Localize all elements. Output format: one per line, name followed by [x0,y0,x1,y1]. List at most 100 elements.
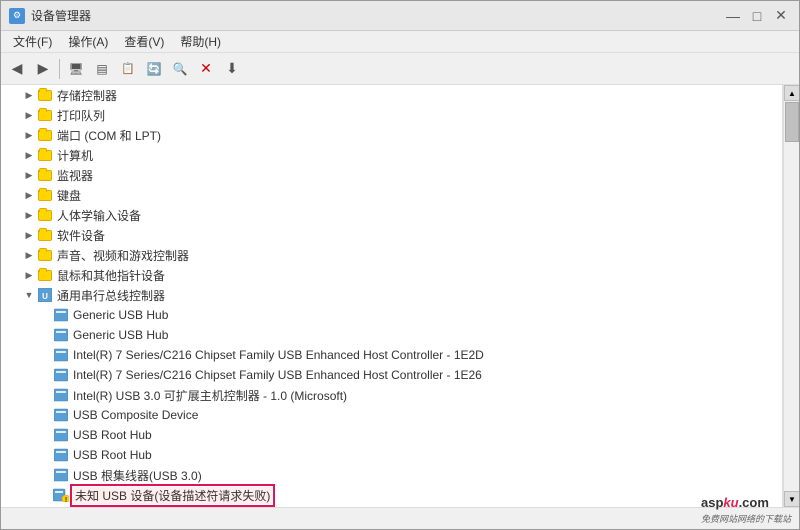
label-usb1: Generic USB Hub [73,308,168,322]
icon-usb2 [53,327,69,343]
expand-sound: ▶ [21,247,37,263]
label-hid: 人体学输入设备 [57,207,141,224]
toolbar-download[interactable]: ⬇ [220,57,244,81]
icon-usb4 [53,367,69,383]
expand-usb3 [37,347,53,363]
icon-storage [37,87,53,103]
tree-item-usb[interactable]: ▼ U 通用串行总线控制器 [1,285,782,305]
expand-usb1 [37,307,53,323]
tree-item-print[interactable]: ▶ 打印队列 [1,105,782,125]
tree-item-monitor[interactable]: ▶ 监视器 [1,165,782,185]
tree-item-usb4[interactable]: Intel(R) 7 Series/C216 Chipset Family US… [1,365,782,385]
tree-item-hid[interactable]: ▶ 人体学输入设备 [1,205,782,225]
icon-usb8 [53,447,69,463]
tree-item-mouse[interactable]: ▶ 鼠标和其他指针设备 [1,265,782,285]
expand-usb10 [37,487,53,503]
menu-file[interactable]: 文件(F) [5,31,60,52]
toolbar-remove[interactable]: ✕ [194,57,218,81]
icon-print [37,107,53,123]
label-usb6: USB Composite Device [73,408,198,422]
expand-monitor: ▶ [21,167,37,183]
main-area: ▶ 存储控制器 ▶ 打印队列 ▶ 端口 (COM 和 LPT) ▶ 计算机 ▶ [1,85,799,507]
label-usb3: Intel(R) 7 Series/C216 Chipset Family US… [73,348,484,362]
scroll-up-btn[interactable]: ▲ [784,85,799,101]
toolbar-sep1 [59,59,60,79]
toolbar-forward[interactable]: ▶ [31,57,55,81]
label-usb5: Intel(R) USB 3.0 可扩展主机控制器 - 1.0 (Microso… [73,387,347,404]
expand-usb9 [37,467,53,483]
tree-item-storage[interactable]: ▶ 存储控制器 [1,85,782,105]
label-print: 打印队列 [57,107,105,124]
tree-item-usb5[interactable]: Intel(R) USB 3.0 可扩展主机控制器 - 1.0 (Microso… [1,385,782,405]
menu-action[interactable]: 操作(A) [60,31,116,52]
status-bar [1,507,799,529]
label-storage: 存储控制器 [57,87,117,104]
expand-usb7 [37,427,53,443]
watermark: aspku.com 免费网站网络的下载站 [701,495,791,525]
expand-port: ▶ [21,127,37,143]
tree-item-usb1[interactable]: Generic USB Hub [1,305,782,325]
tree-item-sound[interactable]: ▶ 声音、视频和游戏控制器 [1,245,782,265]
label-usb8: USB Root Hub [73,448,152,462]
label-usb: 通用串行总线控制器 [57,287,165,304]
tree-item-usb7[interactable]: USB Root Hub [1,425,782,445]
tree-item-port[interactable]: ▶ 端口 (COM 和 LPT) [1,125,782,145]
svg-text:!: ! [65,497,67,502]
toolbar: ◀ ▶ 🖥 ▤ 📋 🔄 🔍 ✕ ⬇ [1,53,799,85]
label-computer: 计算机 [57,147,93,164]
tree-item-usb6[interactable]: USB Composite Device [1,405,782,425]
toolbar-list[interactable]: ▤ [90,57,114,81]
icon-port [37,127,53,143]
icon-usb10: ! [53,487,69,503]
minimize-button[interactable]: — [723,6,743,26]
icon-usb: U [37,287,53,303]
expand-computer: ▶ [21,147,37,163]
label-usb9: USB 根集线器(USB 3.0) [73,467,202,484]
toolbar-scan[interactable]: 🔍 [168,57,192,81]
menu-view[interactable]: 查看(V) [116,31,172,52]
toolbar-update[interactable]: 🔄 [142,57,166,81]
title-bar-left: ⚙ 设备管理器 [9,7,91,24]
window-title: 设备管理器 [31,7,91,24]
scroll-thumb[interactable] [785,102,799,142]
close-button[interactable]: ✕ [771,6,791,26]
tree-item-usb9[interactable]: USB 根集线器(USB 3.0) [1,465,782,485]
tree-item-computer[interactable]: ▶ 计算机 [1,145,782,165]
icon-monitor [37,167,53,183]
icon-usb9 [53,467,69,483]
expand-mouse: ▶ [21,267,37,283]
icon-usb6 [53,407,69,423]
menu-help[interactable]: 帮助(H) [172,31,229,52]
label-software: 软件设备 [57,227,105,244]
icon-mouse [37,267,53,283]
expand-keyboard: ▶ [21,187,37,203]
toolbar-back[interactable]: ◀ [5,57,29,81]
icon-usb3 [53,347,69,363]
label-keyboard: 键盘 [57,187,81,204]
expand-usb2 [37,327,53,343]
svg-text:U: U [42,292,48,301]
device-manager-window: ⚙ 设备管理器 — □ ✕ 文件(F) 操作(A) 查看(V) 帮助(H) ◀ … [0,0,800,530]
tree-item-software[interactable]: ▶ 软件设备 [1,225,782,245]
tree-item-usb2[interactable]: Generic USB Hub [1,325,782,345]
tree-item-usb8[interactable]: USB Root Hub [1,445,782,465]
tree-item-keyboard[interactable]: ▶ 键盘 [1,185,782,205]
scroll-track[interactable] [784,101,799,491]
expand-software: ▶ [21,227,37,243]
maximize-button[interactable]: □ [747,6,767,26]
tree-panel[interactable]: ▶ 存储控制器 ▶ 打印队列 ▶ 端口 (COM 和 LPT) ▶ 计算机 ▶ [1,85,783,507]
toolbar-properties[interactable]: 📋 [116,57,140,81]
vertical-scrollbar[interactable]: ▲ ▼ [783,85,799,507]
icon-sound [37,247,53,263]
icon-software [37,227,53,243]
expand-usb6 [37,407,53,423]
label-usb7: USB Root Hub [73,428,152,442]
tree-item-usb10[interactable]: ! 未知 USB 设备(设备描述符请求失败) [1,485,782,505]
icon-computer [37,147,53,163]
icon-usb5 [53,387,69,403]
title-bar: ⚙ 设备管理器 — □ ✕ [1,1,799,31]
label-usb4: Intel(R) 7 Series/C216 Chipset Family US… [73,368,482,382]
toolbar-computer[interactable]: 🖥 [64,57,88,81]
expand-storage: ▶ [21,87,37,103]
tree-item-usb3[interactable]: Intel(R) 7 Series/C216 Chipset Family US… [1,345,782,365]
